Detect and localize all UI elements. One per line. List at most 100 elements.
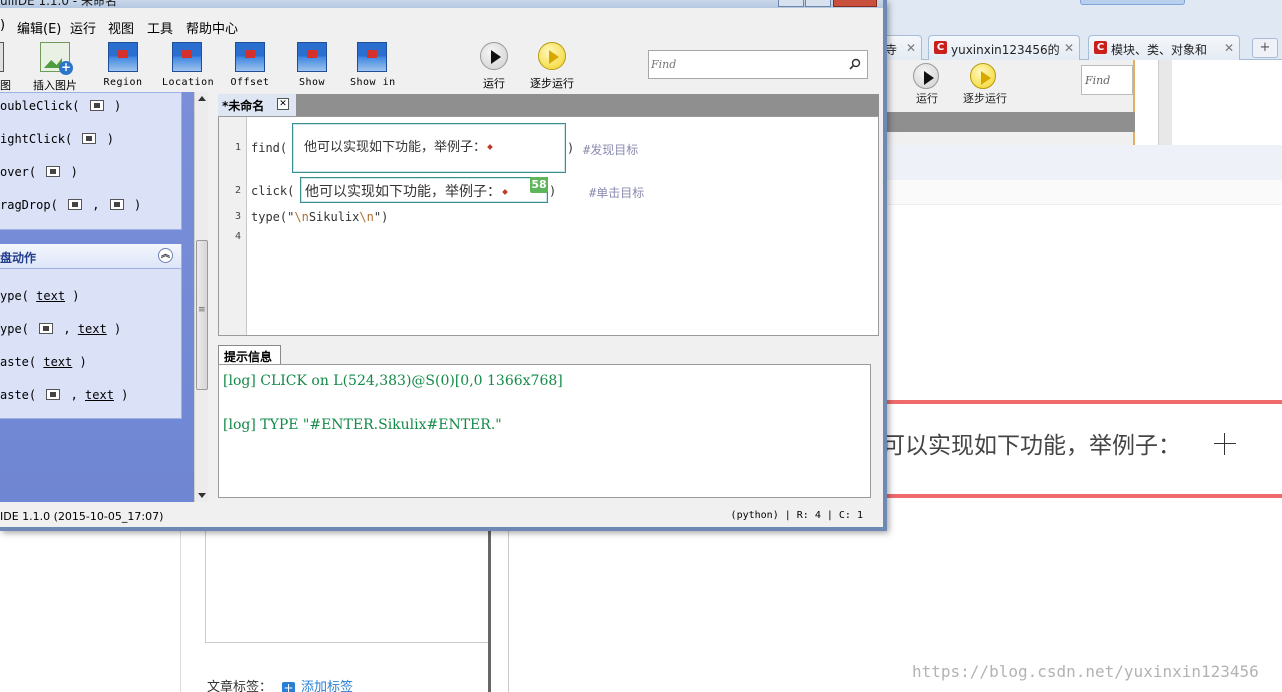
log-line: [log] TYPE "#ENTER.Sikulix#ENTER." bbox=[223, 417, 502, 433]
browser-tab[interactable]: C 模块、类、对象和 ✕ bbox=[1088, 35, 1240, 60]
mouse-actions-box: oubleClick( ) ightClick( ) over( ) ragDr… bbox=[0, 92, 182, 230]
browser-tabstrip: 寺 ✕ C yuxinxin123456的 ✕ C 模块、类、对象和 ✕ + bbox=[880, 32, 1282, 60]
divider bbox=[180, 530, 181, 692]
menu-item-partial[interactable]: ) bbox=[0, 18, 5, 33]
menu-item-view[interactable]: 视图 bbox=[108, 18, 134, 37]
image-pattern[interactable]: 他可以实现如下功能，举例子： bbox=[292, 123, 566, 173]
insert-image-button[interactable]: 插入图片 bbox=[32, 42, 78, 93]
code-quote: ") bbox=[373, 210, 389, 224]
menu-item-help[interactable]: 帮助中心 bbox=[186, 18, 238, 37]
code-comment: #发现目标 bbox=[583, 143, 639, 157]
browser-tab[interactable]: C yuxinxin123456的 ✕ bbox=[928, 35, 1080, 60]
find-input[interactable] bbox=[651, 55, 841, 74]
browser-bookmark-button[interactable] bbox=[1080, 0, 1185, 5]
line-number: 2 bbox=[234, 185, 241, 196]
command-type-image-text[interactable]: ype( , text ) bbox=[0, 322, 121, 336]
location-button[interactable]: Location bbox=[162, 42, 215, 88]
command-paste-image-text[interactable]: aste( , text ) bbox=[0, 388, 128, 402]
command-rightclick[interactable]: ightClick( ) bbox=[0, 132, 114, 146]
search-icon[interactable] bbox=[849, 58, 861, 70]
run-label: 运行 bbox=[483, 77, 505, 90]
camera-icon bbox=[89, 100, 104, 111]
pattern-target-icon bbox=[502, 189, 508, 195]
command-panel-scrollbar[interactable] bbox=[194, 92, 208, 502]
message-panel: [log] CLICK on L(524,383)@S(0)[0,0 1366x… bbox=[218, 364, 871, 498]
scroll-thumb[interactable] bbox=[196, 240, 208, 390]
background-editor-tabbar bbox=[880, 112, 1135, 132]
highlight-text: 可以实现如下功能，举例子： bbox=[882, 433, 1181, 459]
keyboard-actions-box: ype( text ) ype( , text ) aste( text ) a… bbox=[0, 268, 182, 419]
status-cursor: (python) | R: 4 | C: 1 bbox=[730, 510, 863, 521]
command-type-text[interactable]: ype( text ) bbox=[0, 289, 80, 303]
close-icon[interactable]: ✕ bbox=[1224, 41, 1234, 55]
close-icon[interactable]: ✕ bbox=[906, 41, 916, 55]
command-hover[interactable]: over( ) bbox=[0, 165, 78, 179]
status-version: IDE 1.1.0 (2015-10-05_17:07) bbox=[0, 510, 164, 523]
show-in-button[interactable]: Show in bbox=[350, 42, 395, 88]
insert-image-icon bbox=[40, 42, 73, 75]
close-window-button[interactable] bbox=[833, 0, 877, 7]
step-run-icon[interactable] bbox=[970, 63, 996, 89]
capture-button[interactable]: 截图 bbox=[0, 42, 14, 93]
sikuli-ide-window: uliIDE 1.1.0 - 未命名 ) 编辑(E) 运行 视图 工具 帮助中心… bbox=[0, 0, 887, 531]
code-click-close: ) bbox=[549, 184, 557, 198]
line-number-gutter: 1 2 3 4 bbox=[219, 117, 247, 335]
keyboard-actions-header[interactable]: 盘动作 ︽ bbox=[0, 244, 182, 268]
code-editor[interactable]: 1 2 3 4 find( ) #发现目标 click( ) #单击目标 typ… bbox=[218, 116, 879, 336]
new-tab-button[interactable]: + bbox=[1252, 38, 1278, 58]
step-run-button[interactable]: 逐步运行 bbox=[528, 42, 576, 91]
code-find: find( bbox=[251, 141, 288, 155]
close-icon[interactable]: ✕ bbox=[277, 98, 289, 110]
location-label: Location bbox=[162, 77, 215, 88]
camera-icon bbox=[68, 199, 83, 210]
show-button[interactable]: Show bbox=[294, 42, 330, 88]
offset-button[interactable]: Offset bbox=[230, 42, 270, 88]
scroll-up-icon[interactable] bbox=[198, 96, 206, 101]
background-page-line bbox=[880, 180, 1282, 205]
code-string: Sikulix bbox=[308, 210, 360, 224]
collapse-icon[interactable]: ︽ bbox=[158, 248, 173, 263]
close-icon[interactable]: ✕ bbox=[1064, 41, 1074, 55]
maximize-button[interactable] bbox=[805, 0, 831, 7]
browser-tab-label: 模块、类、对象和 bbox=[1111, 43, 1208, 57]
command-dragdrop[interactable]: ragDrop( , ) bbox=[0, 198, 141, 212]
tags-label: 文章标签： bbox=[207, 680, 273, 692]
command-arg: text bbox=[85, 388, 114, 402]
background-find-input[interactable]: Find bbox=[1081, 65, 1133, 95]
code-comment: #单击目标 bbox=[589, 186, 645, 200]
menu-item-tools[interactable]: 工具 bbox=[147, 18, 173, 37]
add-tag-link[interactable]: 添加标签 bbox=[301, 680, 353, 692]
window-titlebar[interactable]: uliIDE 1.1.0 - 未命名 bbox=[0, 0, 883, 8]
similarity-badge: 58 bbox=[530, 177, 548, 193]
browser-tab-label: yuxinxin123456的 bbox=[951, 43, 1060, 57]
background-scrollbar[interactable] bbox=[1158, 60, 1172, 145]
run-icon bbox=[480, 42, 508, 70]
menubar: ) 编辑(E) 运行 视图 工具 帮助中心 bbox=[0, 17, 883, 37]
show-icon bbox=[297, 42, 327, 72]
pattern-text: 他可以实现如下功能，举例子： bbox=[305, 184, 501, 200]
camera-icon bbox=[46, 389, 61, 400]
line-number: 1 bbox=[234, 142, 241, 153]
run-icon[interactable] bbox=[913, 63, 939, 89]
find-field[interactable] bbox=[648, 50, 868, 79]
article-text-box[interactable] bbox=[205, 530, 489, 643]
plus-icon[interactable]: + bbox=[282, 682, 296, 692]
offset-label: Offset bbox=[230, 77, 270, 88]
command-name: aste( bbox=[0, 355, 37, 369]
camera-icon bbox=[46, 166, 61, 177]
region-button[interactable]: Region bbox=[102, 42, 144, 88]
command-arg: text bbox=[77, 322, 107, 336]
run-button[interactable]: 运行 bbox=[478, 42, 510, 91]
scroll-down-icon[interactable] bbox=[198, 493, 206, 498]
tab-messages[interactable]: 提示信息 bbox=[218, 345, 281, 364]
tab-untitled[interactable]: *未命名 ✕ bbox=[218, 94, 296, 116]
command-doubleclick[interactable]: oubleClick( ) bbox=[0, 99, 121, 113]
pattern-target-icon bbox=[487, 144, 493, 150]
image-pattern-similarity[interactable]: 他可以实现如下功能，举例子： bbox=[300, 177, 548, 203]
camera-icon bbox=[82, 133, 97, 144]
menu-item-edit[interactable]: 编辑(E) bbox=[17, 18, 61, 37]
command-paste-text[interactable]: aste( text ) bbox=[0, 355, 87, 369]
show-in-icon bbox=[357, 42, 387, 72]
menu-item-run[interactable]: 运行 bbox=[70, 18, 96, 37]
minimize-button[interactable] bbox=[778, 0, 804, 7]
